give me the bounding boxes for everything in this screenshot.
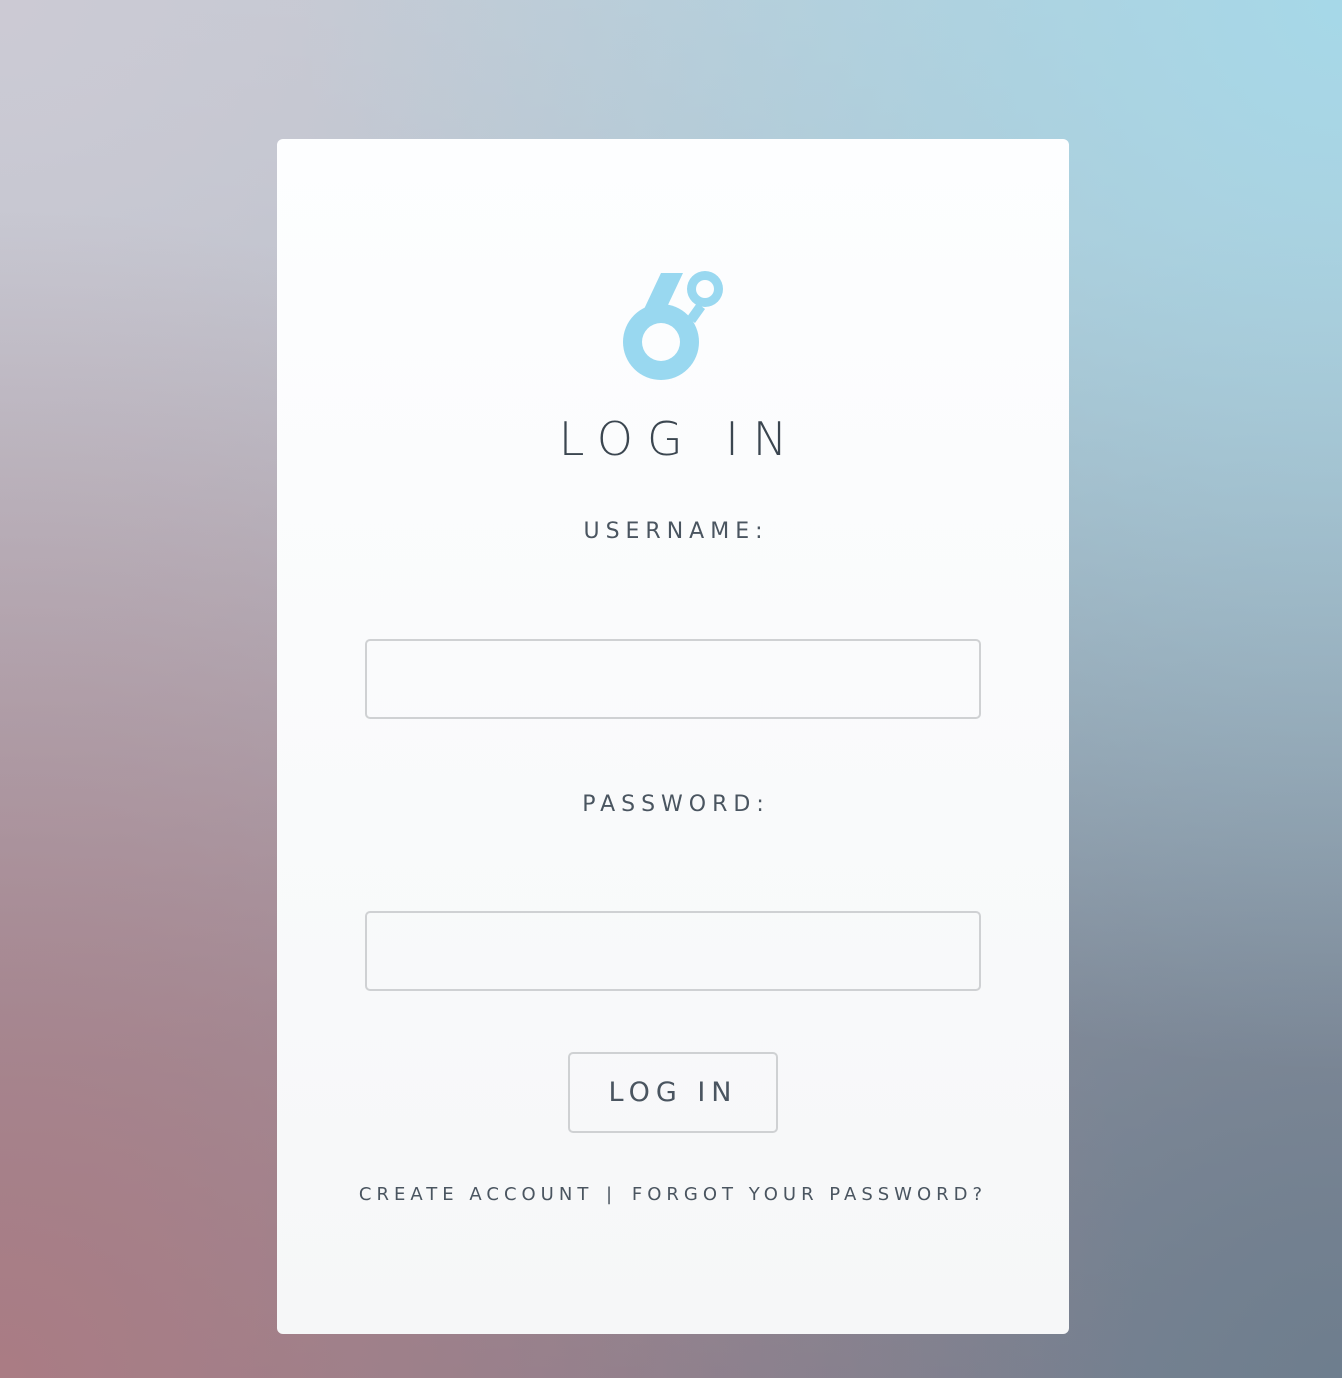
login-button[interactable]: LOG IN — [568, 1052, 778, 1133]
create-account-link[interactable]: CREATE ACCOUNT — [359, 1184, 593, 1205]
six-degrees-logo-icon — [621, 269, 725, 381]
username-label: USERNAME: — [583, 519, 769, 544]
password-label: PASSWORD: — [582, 792, 770, 817]
username-input[interactable] — [365, 639, 981, 719]
password-input[interactable] — [365, 911, 981, 991]
login-card: LOG IN USERNAME: PASSWORD: LOG IN CREATE… — [277, 139, 1069, 1334]
forgot-password-link[interactable]: FORGOT YOUR PASSWORD? — [632, 1184, 987, 1205]
page-title: LOG IN — [558, 412, 802, 466]
account-links: CREATE ACCOUNT | FORGOT YOUR PASSWORD? — [277, 1182, 1069, 1208]
link-separator: | — [606, 1184, 618, 1205]
